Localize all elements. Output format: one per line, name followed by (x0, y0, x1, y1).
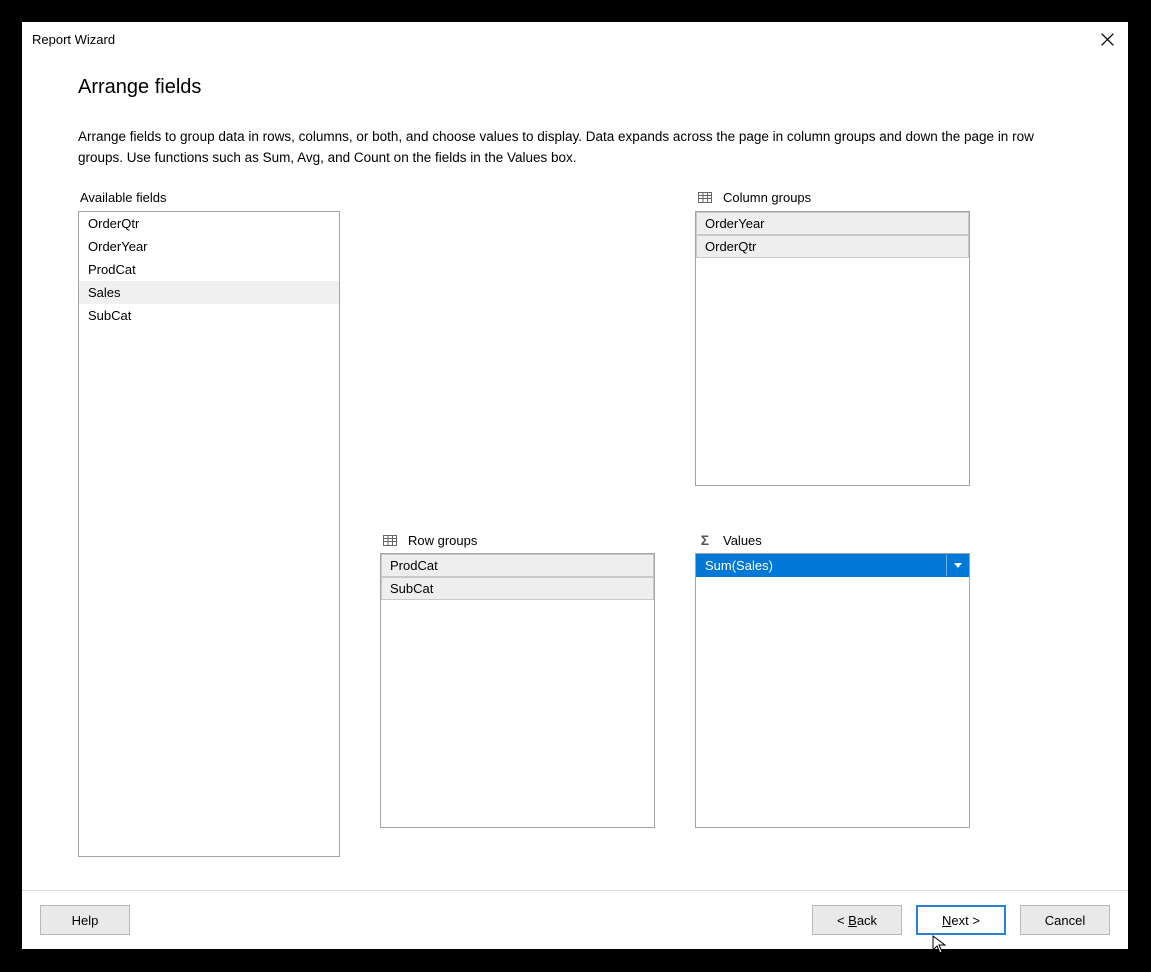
table-icon (697, 192, 713, 203)
footer: Help < Back Next > Cancel (22, 890, 1128, 949)
column-groups-label: Column groups (695, 189, 970, 207)
titlebar: Report Wizard (22, 22, 1128, 56)
window-title: Report Wizard (32, 32, 115, 47)
list-item[interactable]: OrderQtr (696, 235, 969, 258)
available-fields-label: Available fields (78, 189, 340, 207)
row-groups-list[interactable]: ProdCatSubCat (380, 553, 655, 828)
column-groups-list[interactable]: OrderYearOrderQtr (695, 211, 970, 486)
list-item[interactable]: ProdCat (79, 258, 339, 281)
report-wizard-dialog: Report Wizard Arrange fields Arrange fie… (22, 22, 1128, 949)
close-icon[interactable] (1098, 30, 1116, 48)
sigma-icon: Σ (697, 532, 713, 548)
back-button[interactable]: < Back (812, 905, 902, 935)
help-button[interactable]: Help (40, 905, 130, 935)
list-item[interactable]: OrderYear (79, 235, 339, 258)
page-heading: Arrange fields (78, 76, 1072, 99)
content-area: Arrange fields Arrange fields to group d… (22, 56, 1128, 890)
list-item[interactable]: SubCat (381, 577, 654, 600)
list-item[interactable]: SubCat (79, 304, 339, 327)
list-item[interactable]: Sales (79, 281, 339, 304)
table-icon (382, 535, 398, 546)
list-item[interactable]: OrderQtr (79, 212, 339, 235)
values-list[interactable]: Sum(Sales) (695, 553, 970, 828)
page-description: Arrange fields to group data in rows, co… (78, 127, 1072, 169)
cancel-button[interactable]: Cancel (1020, 905, 1110, 935)
list-item[interactable]: ProdCat (381, 554, 654, 577)
next-button[interactable]: Next > (916, 905, 1006, 935)
list-item[interactable]: Sum(Sales) (696, 554, 969, 577)
values-label: Σ Values (695, 531, 970, 549)
row-groups-label: Row groups (380, 531, 655, 549)
dropdown-icon[interactable] (946, 555, 968, 576)
list-item[interactable]: OrderYear (696, 212, 969, 235)
available-fields-list[interactable]: OrderQtrOrderYearProdCatSalesSubCat (78, 211, 340, 857)
